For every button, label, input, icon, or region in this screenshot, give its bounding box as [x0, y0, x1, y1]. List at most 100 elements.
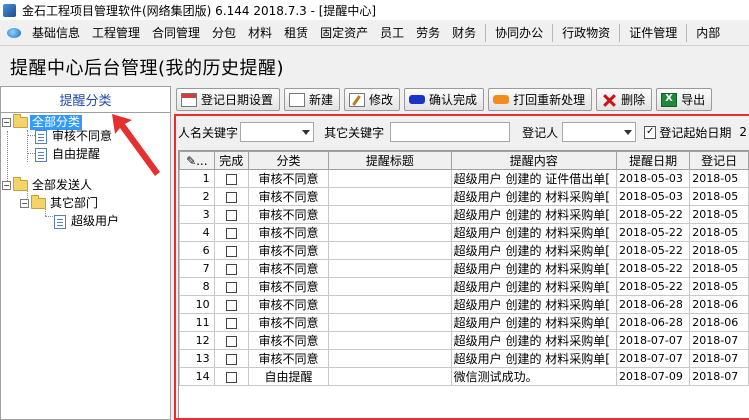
title-cell[interactable]: [328, 259, 452, 278]
other-keyword-input[interactable]: [390, 122, 511, 142]
registration-date-cell[interactable]: 2018-05: [689, 169, 749, 188]
done-checkbox-cell[interactable]: [213, 259, 249, 278]
table-row[interactable]: 14 自由提醒 微信测试成功。 2018-07-09 2018-07: [179, 367, 749, 386]
done-checkbox[interactable]: [225, 353, 237, 365]
registration-date-cell[interactable]: 2018-05: [689, 223, 749, 242]
row-number-cell[interactable]: 6: [179, 241, 215, 260]
category-cell[interactable]: 审核不同意: [247, 205, 330, 224]
reminder-date-cell[interactable]: 2018-07-07: [615, 331, 691, 350]
title-cell[interactable]: [328, 241, 452, 260]
row-number-cell[interactable]: 10: [179, 295, 215, 314]
content-cell[interactable]: 超级用户 创建的 材料采购单[: [450, 277, 617, 296]
menu-basic-info[interactable]: 基础信息: [26, 24, 86, 41]
row-number-cell[interactable]: 2: [179, 187, 215, 206]
category-cell[interactable]: 审核不同意: [247, 241, 330, 260]
registration-date-cell[interactable]: 2018-07: [689, 349, 749, 368]
registrant-combo[interactable]: [562, 122, 637, 142]
done-checkbox-cell[interactable]: [213, 295, 249, 314]
content-cell[interactable]: 超级用户 创建的 证件借出单[: [450, 169, 617, 188]
registration-date-cell[interactable]: 2018-06: [689, 313, 749, 332]
category-cell[interactable]: 审核不同意: [247, 313, 330, 332]
column-header-category[interactable]: 分类: [247, 151, 330, 170]
registration-date-cell[interactable]: 2018-05: [689, 205, 749, 224]
table-row[interactable]: 6 审核不同意 超级用户 创建的 材料采购单[2018-05-22 2018-05: [179, 241, 749, 260]
table-row[interactable]: 8 审核不同意 超级用户 创建的 材料采购单[2018-05-22 2018-05: [179, 277, 749, 296]
done-checkbox-cell[interactable]: [213, 169, 249, 188]
tree-node-other-departments[interactable]: − 其它部门: [20, 195, 100, 212]
content-cell[interactable]: 超级用户 创建的 材料采购单[: [450, 259, 617, 278]
category-cell[interactable]: 自由提醒: [247, 367, 330, 386]
row-number-cell[interactable]: 7: [179, 259, 215, 278]
row-number-cell[interactable]: 11: [179, 313, 215, 332]
done-checkbox-cell[interactable]: [213, 205, 249, 224]
done-checkbox[interactable]: [225, 173, 237, 185]
collapse-icon[interactable]: −: [2, 118, 11, 127]
done-checkbox-cell[interactable]: [213, 313, 249, 332]
title-cell[interactable]: [328, 349, 452, 368]
done-checkbox-cell[interactable]: [213, 349, 249, 368]
title-cell[interactable]: [328, 313, 452, 332]
reminder-date-cell[interactable]: 2018-05-22: [615, 277, 691, 296]
registration-date-cell[interactable]: 2018-05: [689, 241, 749, 260]
collapse-icon[interactable]: −: [2, 181, 11, 190]
reminder-date-cell[interactable]: 2018-05-03: [615, 169, 691, 188]
menu-certificates[interactable]: 证件管理: [623, 24, 683, 41]
column-header-done[interactable]: 完成: [213, 151, 249, 170]
title-cell[interactable]: [328, 295, 452, 314]
menu-lease[interactable]: 租赁: [278, 24, 314, 41]
reminder-date-cell[interactable]: 2018-07-07: [615, 349, 691, 368]
category-cell[interactable]: 审核不同意: [247, 223, 330, 242]
column-header-title[interactable]: 提醒标题: [328, 151, 452, 170]
table-row[interactable]: 2 审核不同意 超级用户 创建的 材料采购单[2018-05-03 2018-05: [179, 187, 749, 206]
menu-finance[interactable]: 财务: [446, 24, 482, 41]
column-header-content[interactable]: 提醒内容: [450, 151, 617, 170]
menu-labor[interactable]: 劳务: [410, 24, 446, 41]
category-cell[interactable]: 审核不同意: [247, 349, 330, 368]
new-button[interactable]: 新建: [284, 88, 341, 111]
title-cell[interactable]: [328, 277, 452, 296]
done-checkbox[interactable]: [225, 209, 237, 221]
category-cell[interactable]: 审核不同意: [247, 259, 330, 278]
menu-subcontract[interactable]: 分包: [206, 24, 242, 41]
tree-node-all-senders[interactable]: − 全部发送人: [2, 177, 94, 194]
done-checkbox[interactable]: [225, 335, 237, 347]
done-checkbox-cell[interactable]: [213, 187, 249, 206]
table-row[interactable]: 7 审核不同意 超级用户 创建的 材料采购单[2018-05-22 2018-05: [179, 259, 749, 278]
start-date-value[interactable]: 2: [739, 125, 747, 139]
title-cell[interactable]: [328, 223, 452, 242]
row-number-cell[interactable]: 14: [179, 367, 215, 386]
menu-collaboration[interactable]: 协同办公: [489, 24, 549, 41]
edit-button[interactable]: 修改: [344, 88, 401, 111]
table-row[interactable]: 13 审核不同意 超级用户 创建的 材料采购单[2018-07-07 2018-07: [179, 349, 749, 368]
content-cell[interactable]: 超级用户 创建的 材料采购单[: [450, 241, 617, 260]
done-checkbox-cell[interactable]: [213, 241, 249, 260]
done-checkbox[interactable]: [225, 191, 237, 203]
done-checkbox[interactable]: [225, 299, 237, 311]
tree-node-super-user[interactable]: 超级用户: [54, 213, 121, 230]
reminder-date-cell[interactable]: 2018-06-28: [615, 313, 691, 332]
registration-date-cell[interactable]: 2018-05: [689, 187, 749, 206]
done-checkbox-cell[interactable]: [213, 277, 249, 296]
done-checkbox[interactable]: [225, 263, 237, 275]
content-cell[interactable]: 超级用户 创建的 材料采购单[: [450, 331, 617, 350]
done-checkbox-cell[interactable]: [213, 223, 249, 242]
content-cell[interactable]: 超级用户 创建的 材料采购单[: [450, 187, 617, 206]
reminder-date-cell[interactable]: 2018-05-03: [615, 187, 691, 206]
dropdown-arrow-icon[interactable]: [302, 130, 311, 135]
row-number-cell[interactable]: 8: [179, 277, 215, 296]
content-cell[interactable]: 超级用户 创建的 材料采购单[: [450, 349, 617, 368]
reminder-date-cell[interactable]: 2018-05-22: [615, 259, 691, 278]
row-number-cell[interactable]: 12: [179, 331, 215, 350]
title-cell[interactable]: [328, 367, 452, 386]
dropdown-arrow-icon[interactable]: [624, 130, 633, 135]
menu-project-mgmt[interactable]: 工程管理: [86, 24, 146, 41]
table-row[interactable]: 11 审核不同意 超级用户 创建的 材料采购单[2018-06-28 2018-06: [179, 313, 749, 332]
done-checkbox[interactable]: [225, 245, 237, 257]
content-cell[interactable]: 超级用户 创建的 材料采购单[: [450, 223, 617, 242]
name-keyword-combo[interactable]: [240, 122, 315, 142]
content-cell[interactable]: 超级用户 创建的 材料采购单[: [450, 205, 617, 224]
menu-fixed-assets[interactable]: 固定资产: [314, 24, 374, 41]
reminder-date-cell[interactable]: 2018-06-28: [615, 295, 691, 314]
title-cell[interactable]: [328, 331, 452, 350]
row-number-cell[interactable]: 4: [179, 223, 215, 242]
